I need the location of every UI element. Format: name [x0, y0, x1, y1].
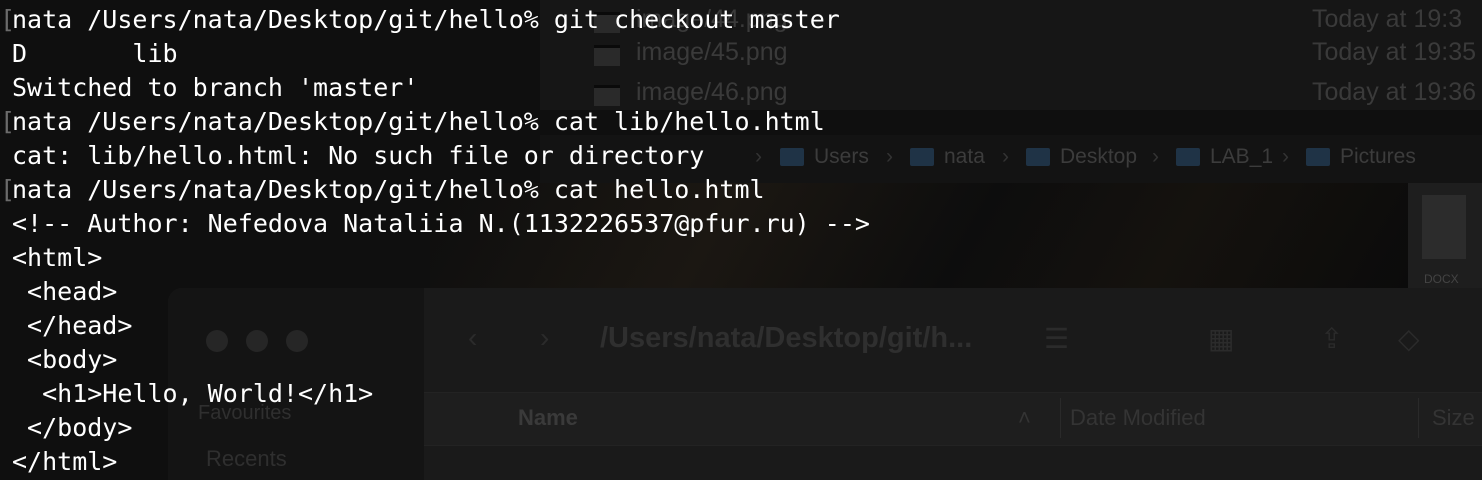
terminal-command-line: [nata /Users/nata/Desktop/git/hello% git… [0, 3, 840, 37]
terminal-line: <html> [12, 243, 103, 272]
terminal-command-line: [nata /Users/nata/Desktop/git/hello% cat… [0, 173, 765, 207]
terminal-line: </body> [12, 413, 133, 442]
terminal-line: cat: lib/hello.html: No such file or dir… [12, 141, 705, 170]
prompt-marker: [ [0, 175, 16, 204]
terminal-line: <body> [12, 345, 118, 374]
terminal-line: </head> [12, 311, 133, 340]
terminal-line: <h1>Hello, World!</h1> [12, 379, 374, 408]
terminal-line: D lib [12, 39, 178, 68]
terminal-line: Switched to branch 'master' [12, 73, 419, 102]
terminal-output[interactable]: [nata /Users/nata/Desktop/git/hello% git… [0, 0, 1482, 480]
terminal-command-line: [nata /Users/nata/Desktop/git/hello% cat… [0, 105, 825, 139]
terminal-line-text: nata /Users/nata/Desktop/git/hello% git … [12, 5, 840, 34]
terminal-line: </html> [12, 447, 118, 476]
terminal-line: <head> [12, 277, 118, 306]
prompt-marker: [ [0, 107, 16, 136]
terminal-line-text: nata /Users/nata/Desktop/git/hello% cat … [12, 175, 765, 204]
prompt-marker: [ [0, 5, 16, 34]
terminal-line-text: nata /Users/nata/Desktop/git/hello% cat … [12, 107, 825, 136]
terminal-line: <!-- Author: Nefedova Nataliia N.(113222… [12, 209, 870, 238]
